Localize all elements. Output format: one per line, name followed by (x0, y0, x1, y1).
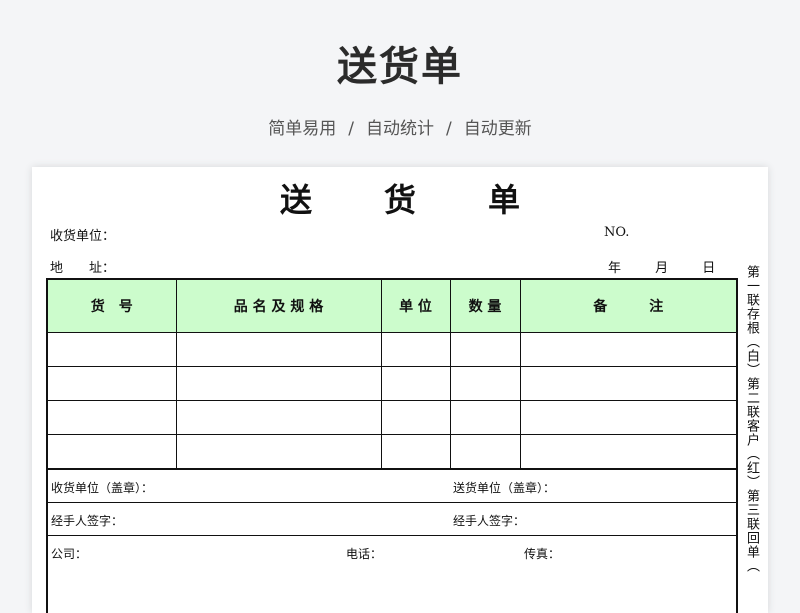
table-cell[interactable] (449, 434, 521, 469)
table-cell[interactable] (175, 434, 382, 469)
table-cell[interactable] (519, 366, 738, 401)
table-cell[interactable] (380, 332, 451, 367)
table-cell[interactable] (449, 366, 521, 401)
table-cell[interactable] (46, 332, 177, 367)
form-title: 送货单 (279, 181, 592, 219)
handler-signature-left: 经手人签字： (51, 514, 124, 528)
table-cell[interactable] (46, 366, 177, 401)
footer-row-handlers: 经手人签字： 经手人签字： (48, 503, 736, 536)
table-row (46, 400, 738, 435)
subtitle-separator: / (348, 119, 354, 139)
receiver-seal-label: 收货单位（盖章）： (51, 481, 154, 495)
column-header-unit: 单 位 (380, 278, 451, 333)
table-row (46, 434, 738, 469)
goods-table: 货 号 品 名 及 规 格 单 位 数 量 备 注 (46, 278, 738, 469)
column-header-remarks: 备 注 (519, 278, 738, 333)
table-cell[interactable] (519, 434, 738, 469)
page-subtitle: 简单易用 / 自动统计 / 自动更新 (0, 114, 800, 139)
copy-distribution-note: 第一联存根（白）第二联客户（红）第三联回单（ (744, 265, 759, 573)
sender-seal-label: 送货单位（盖章）： (453, 481, 556, 495)
column-header-name-spec: 品 名 及 规 格 (175, 278, 382, 333)
table-cell[interactable] (449, 332, 521, 367)
receiver-label: 收货单位： (50, 229, 116, 244)
date-label: 年 月 日 (608, 261, 716, 276)
footer-row-seals: 收货单位（盖章）： 送货单位（盖章）： (48, 470, 736, 503)
address-label: 地 址： (50, 261, 116, 276)
table-cell[interactable] (380, 434, 451, 469)
phone-label: 电话： (346, 547, 383, 561)
fax-label: 传真： (524, 547, 561, 561)
subtitle-part-2: 自动统计 (366, 119, 434, 139)
order-number-label: NO. (604, 225, 630, 240)
table-cell[interactable] (380, 400, 451, 435)
table-cell[interactable] (449, 400, 521, 435)
table-cell[interactable] (175, 332, 382, 367)
column-header-item-no: 货 号 (46, 278, 177, 333)
table-cell[interactable] (46, 400, 177, 435)
table-row (46, 332, 738, 367)
subtitle-part-3: 自动更新 (463, 119, 532, 139)
form-footer: 收货单位（盖章）： 送货单位（盖章）： 经手人签字： 经手人签字： 公司： 电话… (46, 468, 738, 613)
table-header-row: 货 号 品 名 及 规 格 单 位 数 量 备 注 (46, 278, 738, 333)
footer-row-contact: 公司： 电话： 传真： (48, 536, 736, 568)
handler-signature-right: 经手人签字： (453, 514, 526, 528)
delivery-form-sheet: 送货单 收货单位： NO. 地 址： 年 月 日 货 号 品 名 及 规 格 单… (32, 167, 768, 613)
table-cell[interactable] (175, 400, 382, 435)
table-cell[interactable] (519, 400, 738, 435)
column-header-quantity: 数 量 (449, 278, 521, 333)
company-label: 公司： (51, 547, 88, 561)
table-cell[interactable] (175, 366, 382, 401)
table-cell[interactable] (380, 366, 451, 401)
subtitle-part-1: 简单易用 (268, 119, 337, 139)
subtitle-separator: / (446, 119, 452, 139)
table-cell[interactable] (46, 434, 177, 469)
table-cell[interactable] (519, 332, 738, 367)
page-title: 送货单 (337, 44, 463, 90)
table-row (46, 366, 738, 401)
